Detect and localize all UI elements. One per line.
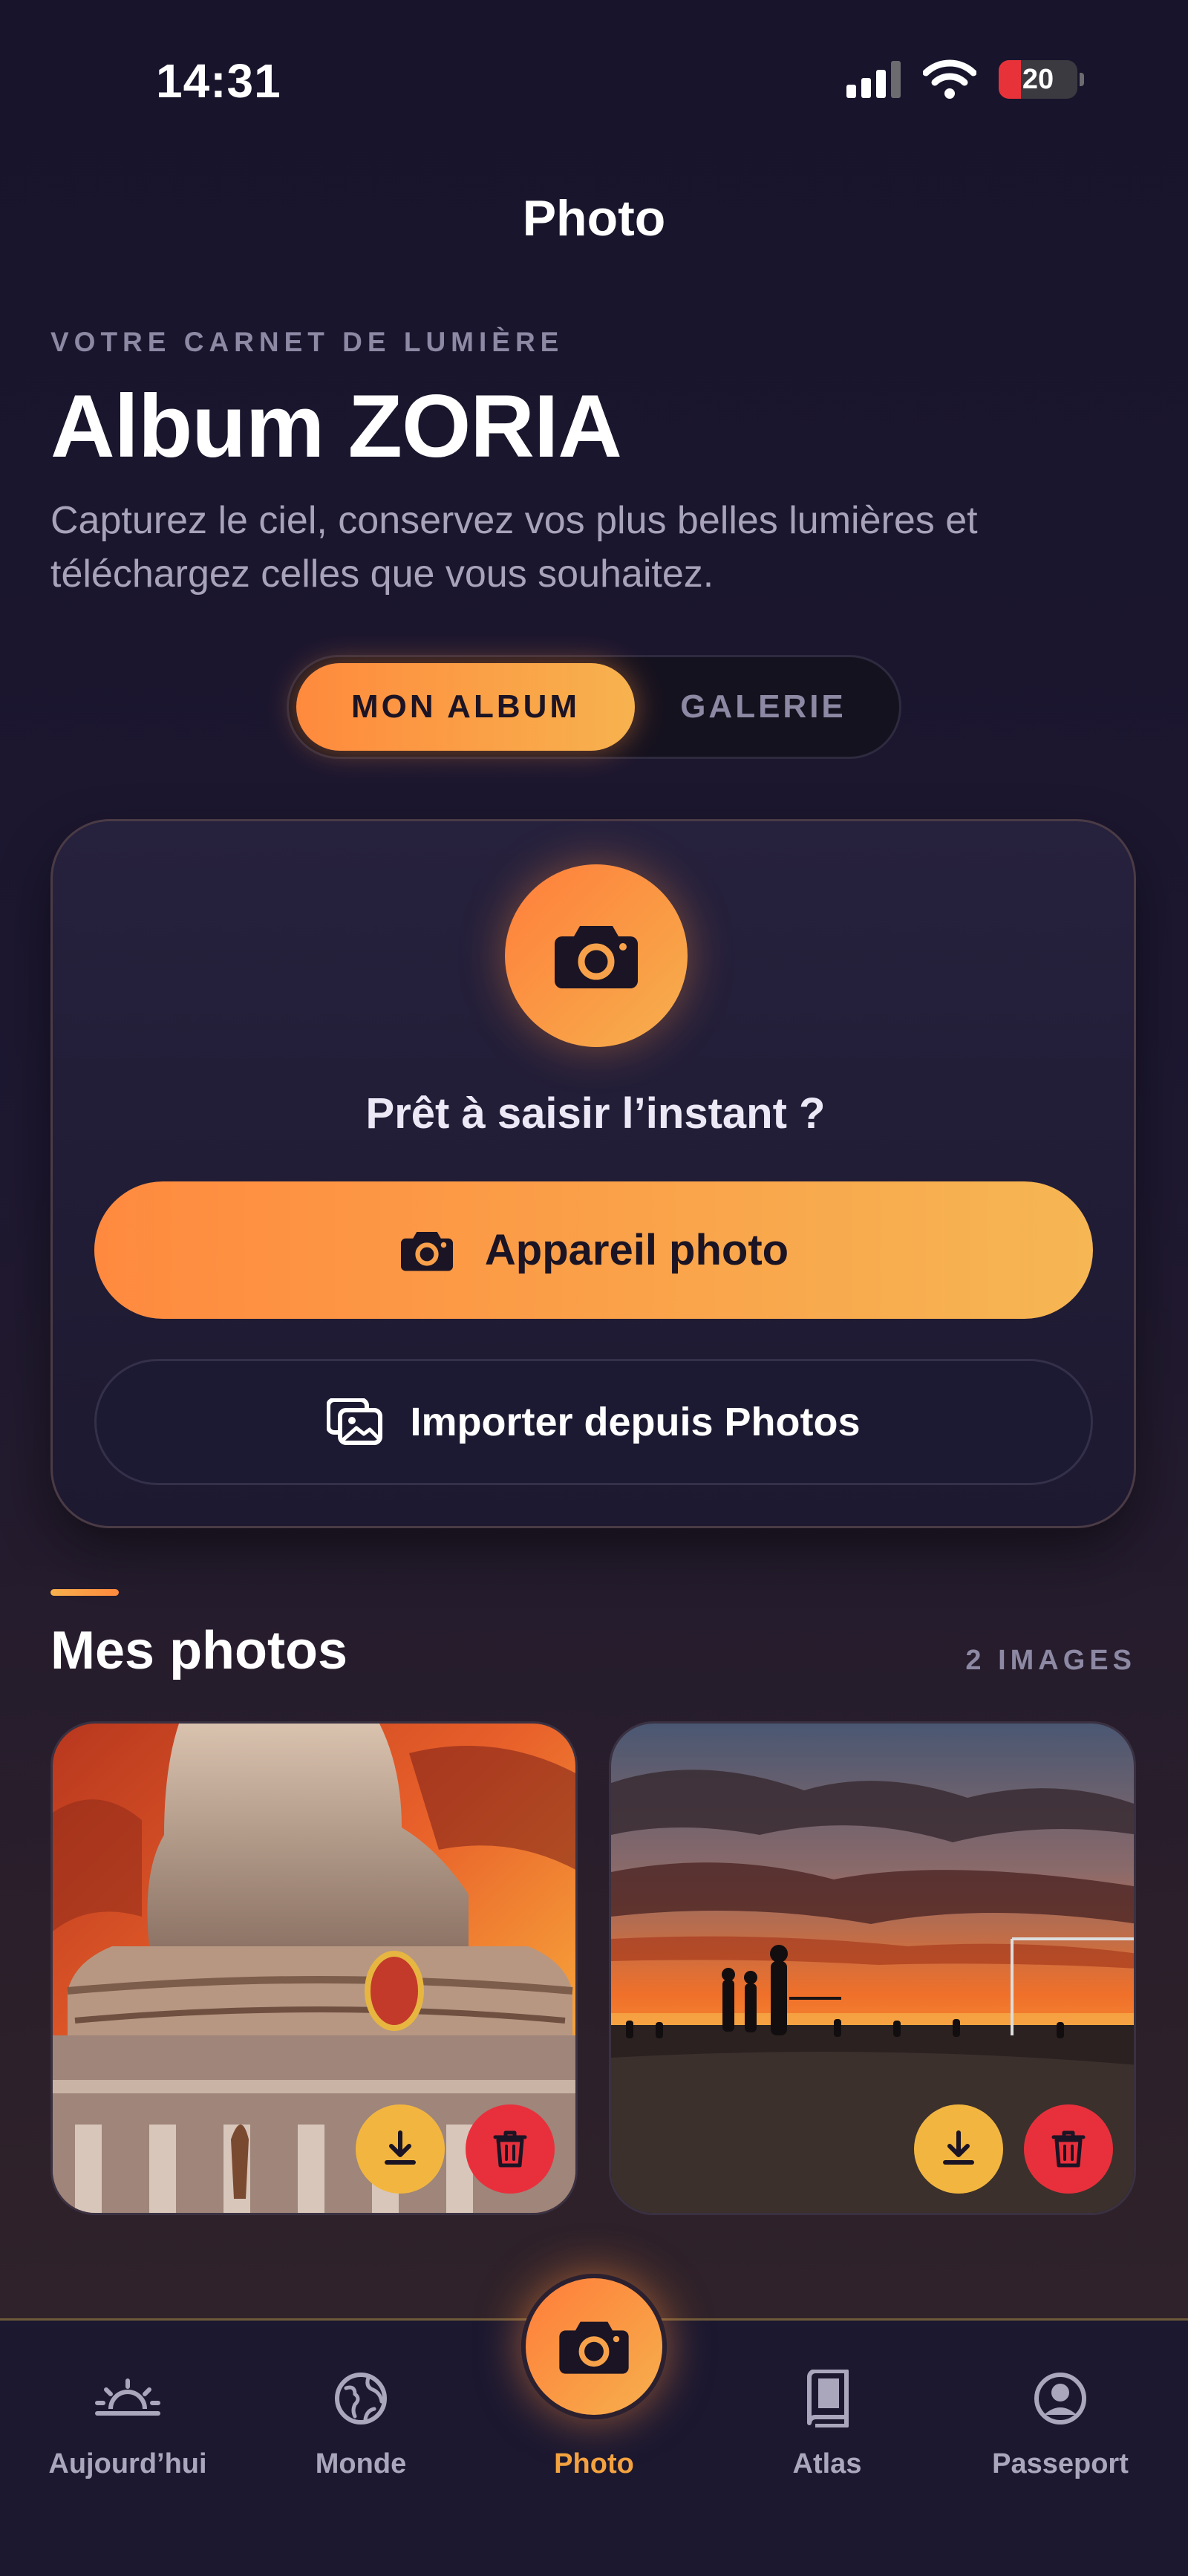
photo-thumbnail[interactable]: [609, 1721, 1136, 2215]
tab-passport-label: Passeport: [992, 2448, 1129, 2479]
capture-prompt: Prêt à saisir l’instant ?: [365, 1089, 826, 1138]
tab-atlas-label: Atlas: [792, 2448, 862, 2479]
photo-thumbnail[interactable]: [50, 1721, 578, 2215]
delete-button[interactable]: [466, 2104, 555, 2194]
camera-icon: [555, 926, 638, 988]
tab-gallery[interactable]: GALERIE: [635, 663, 892, 751]
tab-passport[interactable]: Passeport: [964, 2365, 1157, 2480]
eyebrow-label: VOTRE CARNET DE LUMIÈRE: [50, 327, 564, 357]
book-icon: [807, 2370, 849, 2427]
status-bar: 14:31 20: [0, 0, 1188, 163]
camera-icon: [559, 2321, 629, 2374]
page-title: Photo: [522, 190, 666, 247]
globe-icon: [335, 2373, 387, 2425]
trash-icon: [493, 2130, 527, 2168]
album-title: Album ZORIA: [50, 376, 622, 476]
tab-world-label: Monde: [315, 2448, 407, 2479]
tab-photo-label: Photo: [554, 2448, 634, 2479]
sunrise-icon: [95, 2378, 160, 2416]
image-count: 2 IMAGES: [965, 1645, 1136, 1676]
tab-today[interactable]: Aujourd’hui: [31, 2365, 224, 2480]
camera-button-label: Appareil photo: [484, 1226, 789, 1274]
tab-atlas[interactable]: Atlas: [731, 2365, 924, 2480]
status-time: 14:31: [156, 54, 281, 108]
album-segmented-control: MON ALBUM GALERIE: [287, 655, 901, 759]
status-icons: 20: [846, 59, 1084, 100]
my-photos-title: Mes photos: [50, 1621, 348, 1680]
center-camera-button[interactable]: [521, 2274, 667, 2419]
capture-card: Prêt à saisir l’instant ? Appareil photo…: [50, 819, 1136, 1528]
import-photos-button[interactable]: Importer depuis Photos: [94, 1359, 1093, 1485]
profile-icon: [1034, 2373, 1086, 2425]
download-icon: [385, 2130, 416, 2165]
import-button-label: Importer depuis Photos: [410, 1400, 861, 1444]
album-subtitle: Capturez le ciel, conservez vos plus bel…: [50, 499, 978, 596]
download-button[interactable]: [356, 2104, 445, 2194]
camera-button[interactable]: Appareil photo: [94, 1181, 1093, 1319]
cellular-signal-icon: [846, 61, 901, 98]
tab-world[interactable]: Monde: [264, 2365, 457, 2480]
tab-my-album[interactable]: MON ALBUM: [296, 663, 635, 751]
wifi-icon: [923, 59, 976, 99]
battery-level: 20: [1022, 63, 1054, 95]
camera-badge: [505, 864, 688, 1047]
delete-button[interactable]: [1024, 2104, 1113, 2194]
section-accent-line: [50, 1589, 119, 1596]
photo-library-icon: [327, 1398, 383, 1445]
trash-icon: [1051, 2130, 1086, 2168]
download-icon: [943, 2130, 974, 2165]
download-button[interactable]: [914, 2104, 1003, 2194]
tab-today-label: Aujourd’hui: [48, 2448, 207, 2479]
battery-icon: 20: [999, 60, 1084, 99]
camera-icon: [400, 1231, 453, 1271]
